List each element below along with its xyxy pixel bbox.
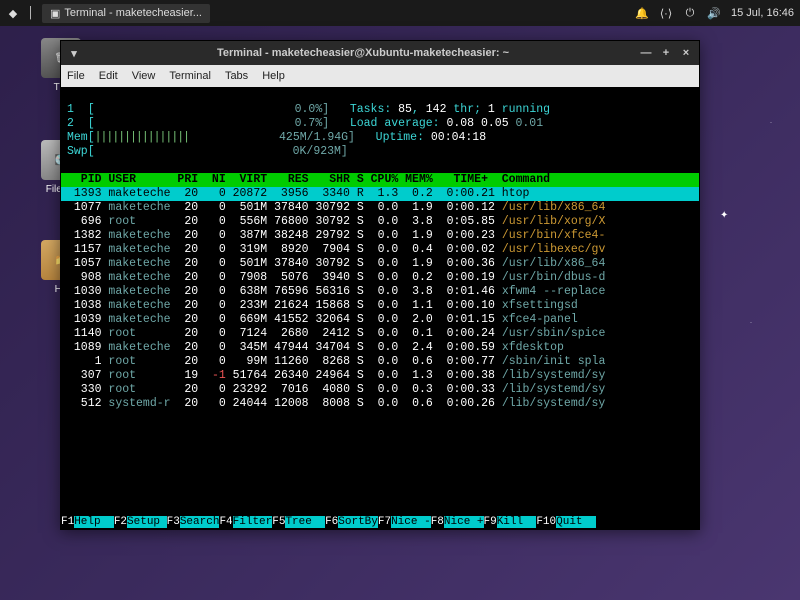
process-row[interactable]: 1057 maketeche 20 0 501M 37840 30792 S 0… — [61, 257, 699, 271]
f2-setup[interactable]: Setup — [127, 516, 167, 528]
terminal-icon: ▣ — [50, 7, 60, 20]
f1-key[interactable]: F1 — [61, 516, 74, 528]
minimize-button[interactable]: — — [639, 46, 653, 60]
menu-edit[interactable]: Edit — [99, 70, 118, 82]
mem-label: Mem[ — [67, 131, 95, 144]
menu-view[interactable]: View — [132, 70, 156, 82]
window-titlebar[interactable]: ▾ Terminal - maketecheasier@Xubuntu-make… — [61, 41, 699, 65]
star-decoration: ✦ — [720, 210, 728, 221]
close-button[interactable]: × — [679, 46, 693, 60]
taskbar-app-label: Terminal - maketecheasier... — [64, 7, 202, 19]
process-row[interactable]: 1 root 20 0 99M 11260 8268 S 0.0 0.6 0:0… — [61, 355, 699, 369]
loadavg-label: Load average: — [350, 117, 447, 130]
swp-label: Swp[ — [67, 145, 95, 158]
cpu1-value: 0.0%] — [295, 103, 330, 116]
process-row[interactable]: 307 root 19 -1 51764 26340 24964 S 0.0 1… — [61, 369, 699, 383]
process-row-selected[interactable]: 1393 maketeche 20 0 20872 3956 3340 R 1.… — [61, 187, 699, 201]
process-row[interactable]: 908 maketeche 20 0 7908 5076 3940 S 0.0 … — [61, 271, 699, 285]
loadavg-1: 0.08 — [446, 117, 474, 130]
process-row[interactable]: 1140 root 20 0 7124 2680 2412 S 0.0 0.1 … — [61, 327, 699, 341]
process-row[interactable]: 1382 maketeche 20 0 387M 38248 29792 S 0… — [61, 229, 699, 243]
tasks-count: 85 — [398, 103, 412, 116]
terminal-window[interactable]: ▾ Terminal - maketecheasier@Xubuntu-make… — [60, 40, 700, 530]
f9-kill[interactable]: Kill — [497, 516, 537, 528]
f1-help[interactable]: Help — [74, 516, 114, 528]
uptime-label: Uptime: — [376, 131, 431, 144]
loadavg-5: 0.05 — [481, 117, 509, 130]
mem-value: 425M/1.94G] — [279, 131, 355, 144]
f4-key[interactable]: F4 — [219, 516, 232, 528]
window-title: Terminal - maketecheasier@Xubuntu-makete… — [87, 47, 639, 59]
tasks-label: Tasks: — [350, 103, 398, 116]
menu-tabs[interactable]: Tabs — [225, 70, 248, 82]
f4-filter[interactable]: Filter — [233, 516, 273, 528]
cpu1-label: 1 [ — [67, 103, 95, 116]
taskbar-terminal-button[interactable]: ▣ Terminal - maketecheasier... — [42, 4, 210, 23]
window-menu-icon[interactable]: ▾ — [67, 46, 81, 60]
f3-search[interactable]: Search — [180, 516, 220, 528]
f9-key[interactable]: F9 — [484, 516, 497, 528]
whisker-menu-icon[interactable]: ◆ — [6, 6, 20, 20]
f7-nice-down[interactable]: Nice - — [391, 516, 431, 528]
process-row[interactable]: 1157 maketeche 20 0 319M 8920 7904 S 0.0… — [61, 243, 699, 257]
process-row[interactable]: 512 systemd-r 20 0 24044 12008 8008 S 0.… — [61, 397, 699, 411]
f10-quit[interactable]: Quit — [556, 516, 596, 528]
maximize-button[interactable]: + — [659, 46, 673, 60]
star-decoration: · — [770, 120, 772, 126]
notification-icon[interactable]: 🔔 — [635, 6, 649, 20]
cpu2-value: 0.7%] — [295, 117, 330, 130]
f8-key[interactable]: F8 — [431, 516, 444, 528]
process-row[interactable]: 1077 maketeche 20 0 501M 37840 30792 S 0… — [61, 201, 699, 215]
network-icon[interactable]: ⟨·⟩ — [659, 6, 673, 20]
top-panel: ◆ │ ▣ Terminal - maketecheasier... 🔔 ⟨·⟩… — [0, 0, 800, 26]
menu-help[interactable]: Help — [262, 70, 285, 82]
mem-bars: |||||||||||||||| — [95, 131, 189, 144]
cpu2-label: 2 [ — [67, 117, 95, 130]
f5-tree[interactable]: Tree — [285, 516, 325, 528]
swp-value: 0K/923M] — [293, 145, 348, 158]
process-row[interactable]: 1030 maketeche 20 0 638M 76596 56316 S 0… — [61, 285, 699, 299]
uptime-value: 00:04:18 — [431, 131, 486, 144]
volume-icon[interactable]: 🔊 — [707, 6, 721, 20]
process-row[interactable]: 1039 maketeche 20 0 669M 41552 32064 S 0… — [61, 313, 699, 327]
f7-key[interactable]: F7 — [378, 516, 391, 528]
f6-sortby[interactable]: SortBy — [338, 516, 378, 528]
process-row[interactable]: 330 root 20 0 23292 7016 4080 S 0.0 0.3 … — [61, 383, 699, 397]
star-decoration: · — [750, 320, 752, 326]
f8-nice-up[interactable]: Nice + — [444, 516, 484, 528]
htop-footer: F1Help F2Setup F3SearchF4FilterF5Tree F6… — [61, 515, 699, 529]
f10-key[interactable]: F10 — [536, 516, 556, 528]
menu-file[interactable]: File — [67, 70, 85, 82]
running-count: 1 — [488, 103, 495, 116]
menu-terminal[interactable]: Terminal — [169, 70, 211, 82]
process-header[interactable]: PID USER PRI NI VIRT RES SHR S CPU% MEM%… — [61, 173, 699, 187]
process-row[interactable]: 696 root 20 0 556M 76800 30792 S 0.0 3.8… — [61, 215, 699, 229]
f6-key[interactable]: F6 — [325, 516, 338, 528]
f2-key[interactable]: F2 — [114, 516, 127, 528]
f5-key[interactable]: F5 — [272, 516, 285, 528]
power-icon[interactable]: ⏻ — [683, 6, 697, 20]
menubar: File Edit View Terminal Tabs Help — [61, 65, 699, 87]
process-row[interactable]: 1089 maketeche 20 0 345M 47944 34704 S 0… — [61, 341, 699, 355]
process-row[interactable]: 1038 maketeche 20 0 233M 21624 15868 S 0… — [61, 299, 699, 313]
threads-count: 142 — [426, 103, 447, 116]
clock[interactable]: 15 Jul, 16:46 — [731, 7, 794, 19]
separator-icon: │ — [24, 6, 38, 20]
terminal-body[interactable]: 1 [0.0%] Tasks: 85, 142 thr; 1 running 2… — [61, 87, 699, 529]
loadavg-15: 0.01 — [516, 117, 544, 130]
f3-key[interactable]: F3 — [167, 516, 180, 528]
